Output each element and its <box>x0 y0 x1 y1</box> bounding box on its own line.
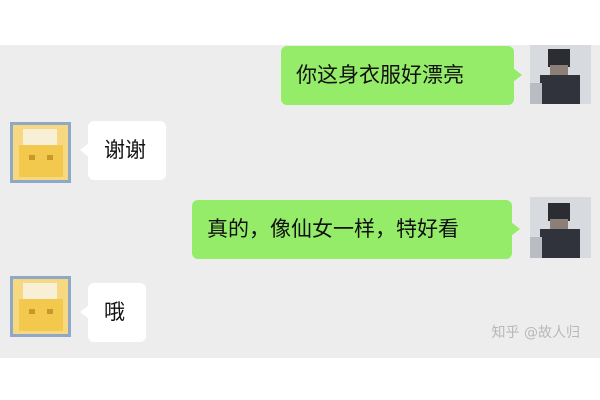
outgoing-message-bubble[interactable]: 真的，像仙女一样，特好看 <box>192 200 520 259</box>
watermark-text: 知乎 @故人归 <box>491 325 580 341</box>
message-text: 谢谢 <box>104 138 146 162</box>
message-text: 哦 <box>104 300 125 324</box>
incoming-message-bubble[interactable]: 哦 <box>80 283 146 342</box>
incoming-message-bubble[interactable]: 谢谢 <box>80 121 166 180</box>
self-avatar-icon[interactable] <box>530 197 591 258</box>
message-text: 你这身衣服好漂亮 <box>296 63 464 87</box>
screenshot-frame: 你这身衣服好漂亮 谢谢 真的，像仙女一样，特好看 哦 知乎 @故人归 <box>0 0 600 400</box>
message-text: 真的，像仙女一样，特好看 <box>207 217 459 241</box>
contact-avatar-icon[interactable] <box>10 122 71 183</box>
self-avatar-icon[interactable] <box>530 45 591 104</box>
chat-conversation[interactable]: 你这身衣服好漂亮 谢谢 真的，像仙女一样，特好看 哦 <box>0 45 600 358</box>
outgoing-message-bubble[interactable]: 你这身衣服好漂亮 <box>281 46 522 105</box>
contact-avatar-icon[interactable] <box>10 276 71 337</box>
